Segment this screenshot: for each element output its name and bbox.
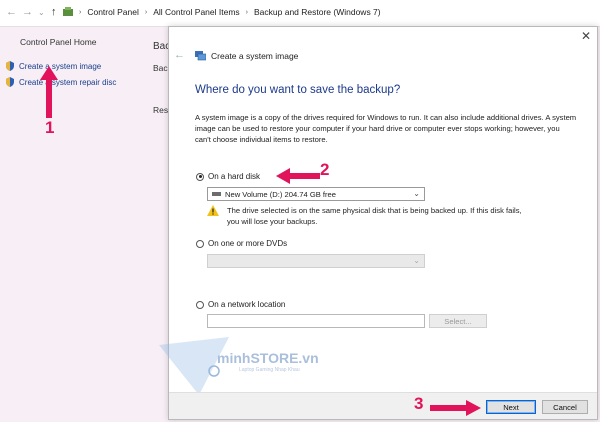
dialog-heading: Where do you want to save the backup?	[195, 84, 401, 96]
radio-button-selected[interactable]	[196, 172, 204, 181]
cancel-button[interactable]: Cancel	[542, 400, 588, 414]
watermark-brand: minhSTORE.vn	[217, 350, 319, 366]
forward-nav-icon[interactable]: →	[22, 6, 33, 18]
radio-hard-disk[interactable]: On a hard disk	[196, 172, 260, 181]
close-icon[interactable]: ✕	[581, 29, 591, 43]
radio-button[interactable]	[196, 300, 204, 309]
window-title: Create a system image	[211, 50, 299, 61]
breadcrumb-item-backup[interactable]: Backup and Restore (Windows 7)	[254, 7, 381, 17]
link-label: Create a system repair disc	[19, 77, 117, 87]
radio-label: On a network location	[208, 300, 286, 309]
annotation-step-2: 2	[320, 160, 330, 179]
create-system-image-dialog: ✕ ← Create a system image Where do you w…	[159, 26, 598, 420]
breadcrumb-item-all-items[interactable]: All Control Panel Items	[153, 7, 239, 17]
annotation-step-1: 1	[45, 118, 55, 137]
hard-disk-select[interactable]: New Volume (D:) 204.74 GB free ⌄	[207, 187, 425, 201]
back-nav-icon[interactable]: ←	[6, 6, 17, 18]
selected-drive-value: New Volume (D:) 204.74 GB free	[225, 189, 337, 199]
network-location-input	[207, 314, 425, 328]
dialog-title: Create a system image	[195, 50, 298, 61]
breadcrumb-item-control-panel[interactable]: Control Panel	[87, 7, 139, 17]
chevron-right-icon: ›	[79, 8, 82, 16]
create-repair-disc-link[interactable]: Create a system repair disc	[5, 77, 116, 87]
dvd-select: ⌄	[207, 254, 425, 268]
annotation-arrow-right	[430, 400, 481, 416]
warning-text: The drive selected is on the same physic…	[227, 206, 522, 226]
radio-label: On a hard disk	[208, 172, 261, 181]
link-label: Create a system image	[19, 61, 102, 71]
control-panel-home-link[interactable]: Control Panel Home	[20, 37, 97, 47]
radio-dvds[interactable]: On one or more DVDs	[196, 239, 287, 248]
shield-icon	[6, 77, 14, 87]
shield-icon	[6, 61, 14, 71]
radio-button[interactable]	[196, 239, 204, 248]
radio-network[interactable]: On a network location	[196, 300, 285, 309]
next-button[interactable]: Next	[486, 400, 536, 414]
left-panel: Control Panel Home	[20, 37, 97, 47]
annotation-arrow-up	[40, 66, 58, 118]
system-image-icon	[195, 51, 206, 61]
watermark-tagline: Laptop Gaming Nhap Khau	[239, 367, 300, 373]
chevron-right-icon: ›	[245, 8, 248, 16]
chevron-down-icon: ⌄	[413, 256, 420, 265]
annotation-step-3: 3	[414, 394, 424, 413]
annotation-arrow-left	[276, 168, 320, 184]
chevron-right-icon: ›	[144, 8, 148, 16]
select-network-button: Select...	[429, 314, 487, 328]
dialog-description: A system image is a copy of the drives r…	[195, 113, 577, 144]
address-bar: ← → ⌄ ↑ › Control Panel › All Control Pa…	[0, 0, 600, 27]
drive-icon	[212, 192, 221, 196]
up-nav-icon[interactable]: ↑	[51, 6, 57, 18]
back-arrow-icon[interactable]: ←	[174, 49, 185, 61]
warning-icon	[207, 205, 219, 216]
warning-message: The drive selected is on the same physic…	[207, 205, 527, 227]
recent-dropdown-icon[interactable]: ⌄	[38, 8, 45, 17]
chevron-down-icon: ⌄	[413, 189, 420, 198]
breadcrumb: › Control Panel › All Control Panel Item…	[73, 7, 381, 17]
radio-label: On one or more DVDs	[208, 239, 288, 248]
